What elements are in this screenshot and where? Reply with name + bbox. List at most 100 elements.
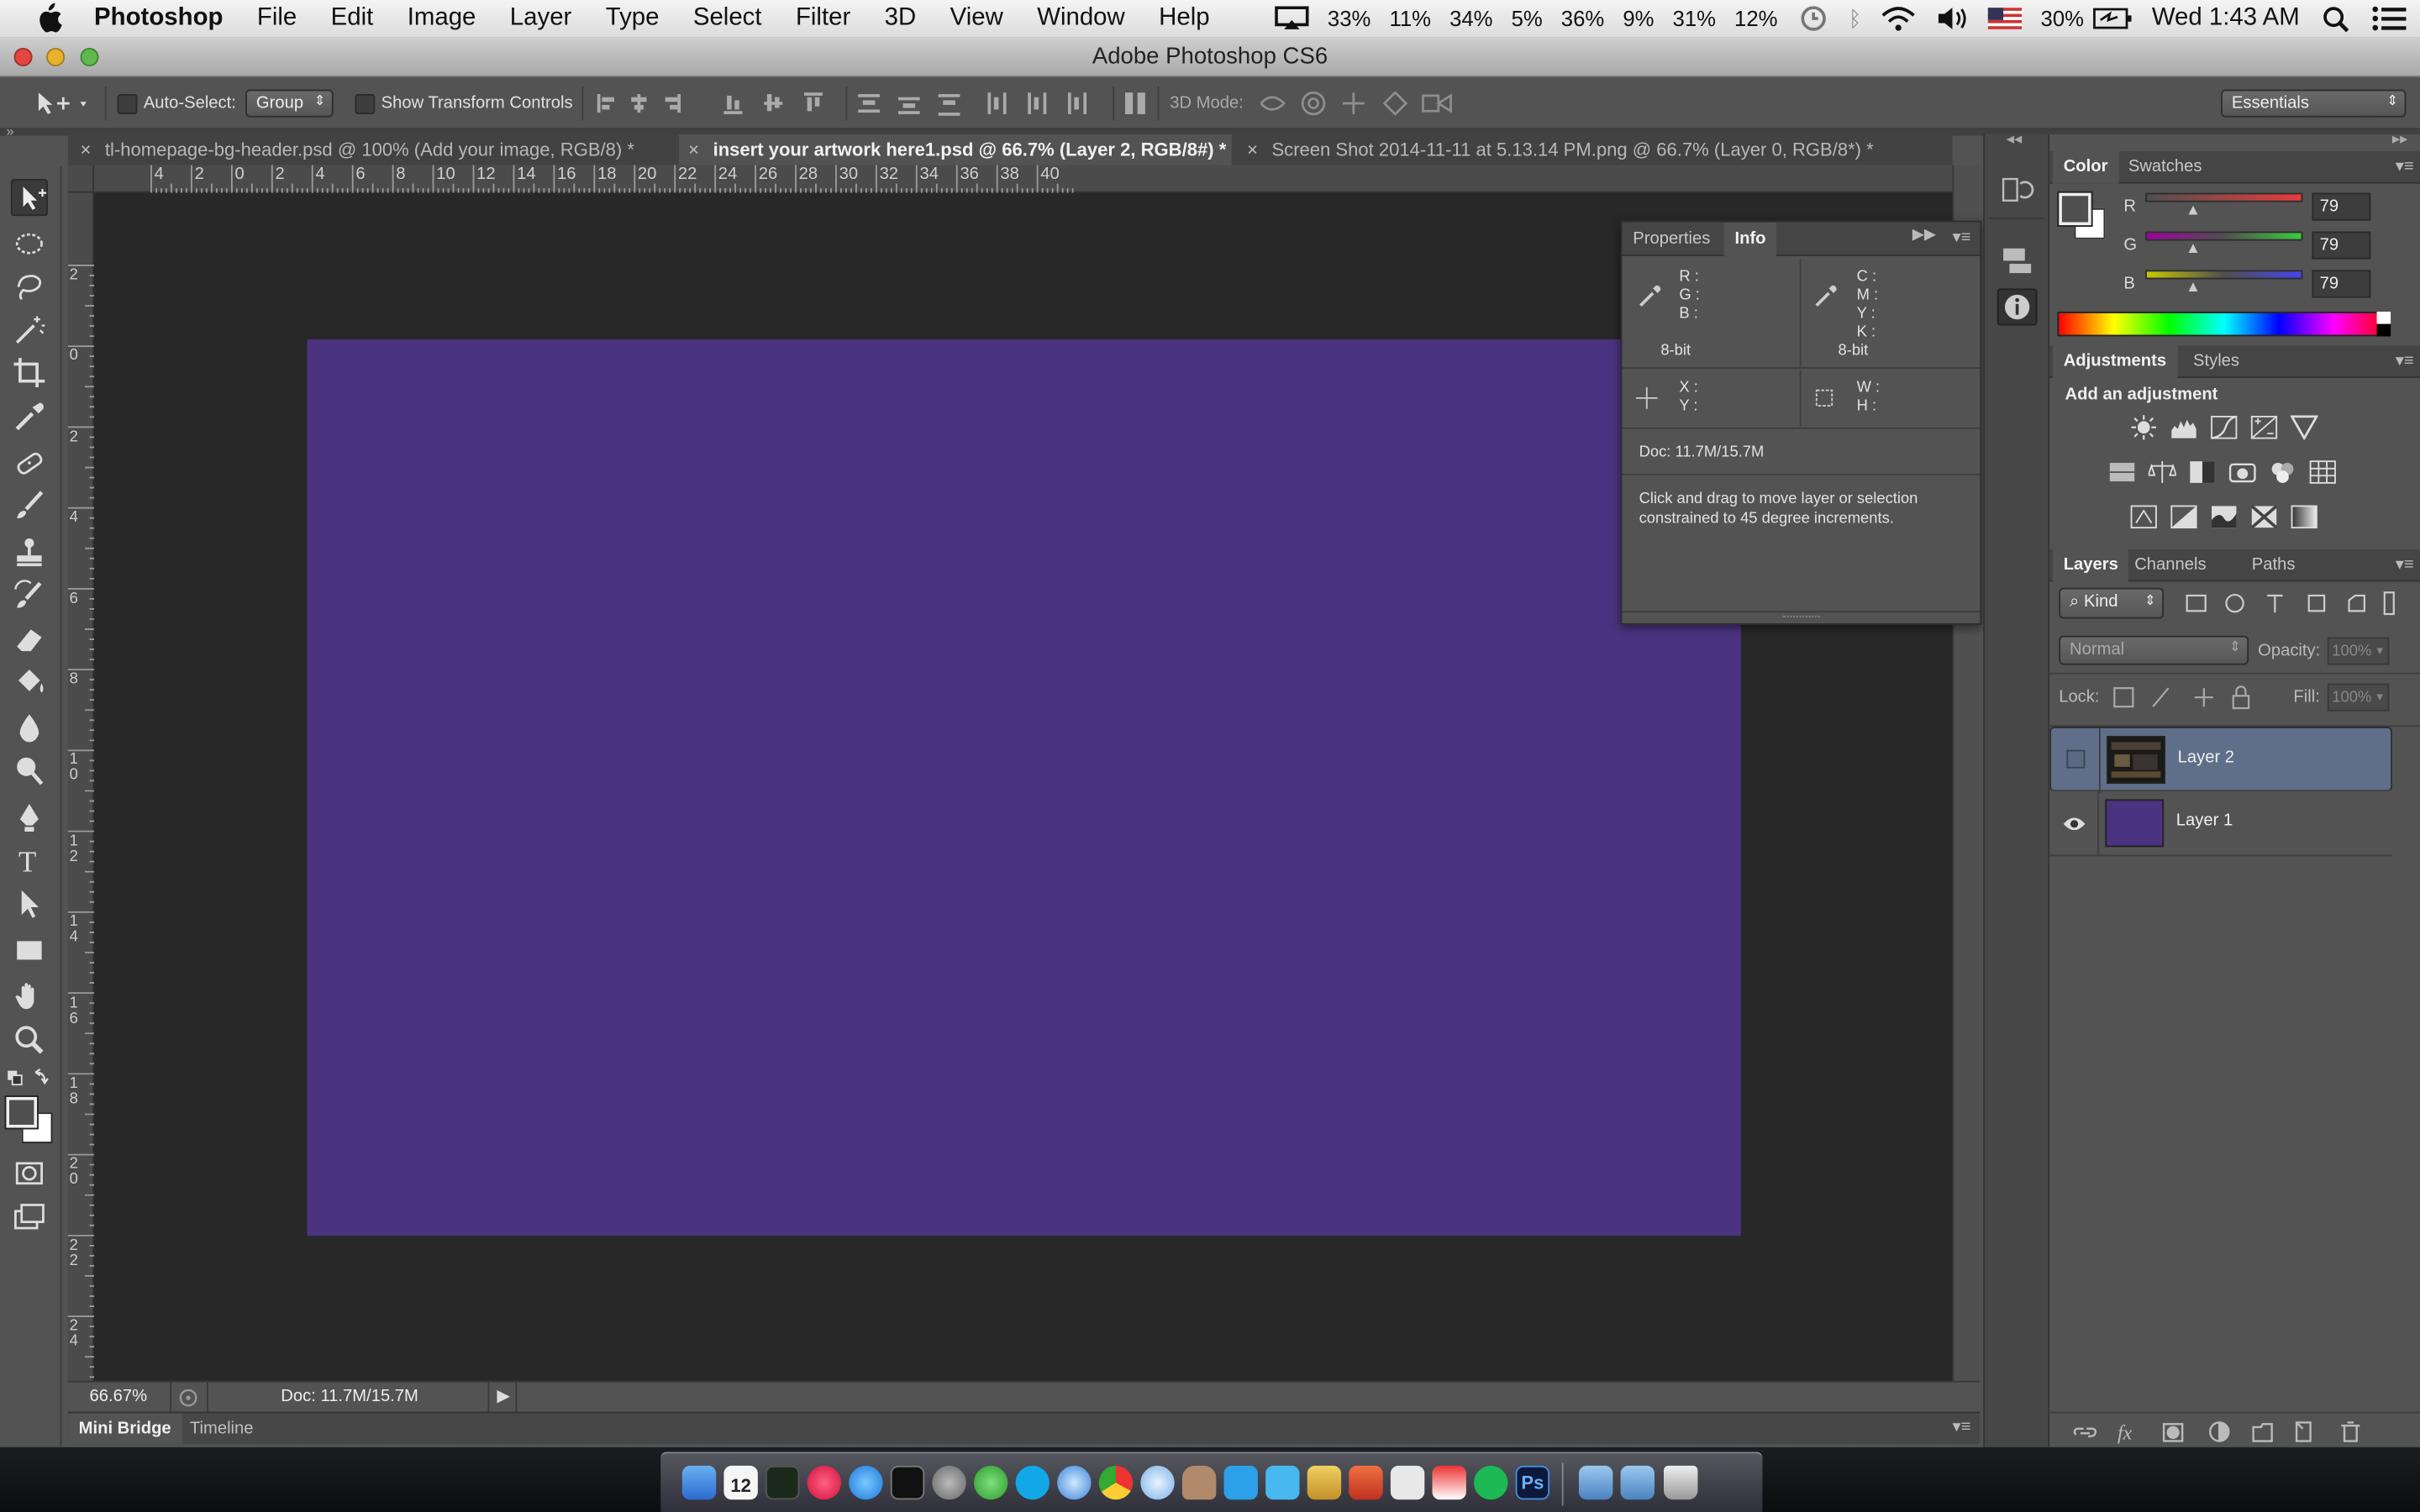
- b-value-field[interactable]: 79: [2312, 270, 2371, 298]
- tab-document-1[interactable]: × tl-homepage-bg-header.psd @ 100% (Add y…: [71, 134, 676, 165]
- selective-color-icon[interactable]: [2250, 505, 2278, 529]
- status-share-icon[interactable]: [177, 1387, 199, 1409]
- popcorn-icon[interactable]: [1432, 1465, 1466, 1500]
- volume-icon[interactable]: [1936, 5, 1970, 33]
- calendar-icon[interactable]: 12: [723, 1465, 758, 1500]
- show-transform-controls-checkbox[interactable]: [355, 94, 376, 114]
- path-selection-tool-icon[interactable]: [11, 885, 48, 922]
- horizontal-ruler[interactable]: 4 2 0 2 4 6 8 10 12 14 16 18 20 22 24 26 28 30 32 34 36 38 40: [94, 165, 1953, 193]
- layer-name[interactable]: Layer 2: [2178, 748, 2234, 767]
- color-spectrum-bar[interactable]: [2057, 312, 2391, 337]
- menu-app-name[interactable]: Photoshop: [77, 0, 240, 37]
- threshold-icon[interactable]: [2210, 505, 2238, 529]
- menu-image[interactable]: Image: [391, 0, 493, 37]
- panel-resize-grip[interactable]: [1622, 611, 1981, 623]
- type-tool-icon[interactable]: T: [11, 843, 48, 879]
- layer-visibility-toggle[interactable]: [2051, 727, 2101, 794]
- g-slider-track[interactable]: [2145, 231, 2303, 241]
- skype-icon[interactable]: [1015, 1465, 1050, 1500]
- history-panel-icon[interactable]: [1997, 171, 2038, 208]
- tab-styles[interactable]: Styles: [2182, 345, 2250, 378]
- brush-tool-icon[interactable]: [11, 487, 48, 524]
- menu-file[interactable]: File: [240, 0, 314, 37]
- layer-name[interactable]: Layer 1: [2176, 811, 2233, 830]
- photoshop-icon[interactable]: Ps: [1515, 1465, 1550, 1500]
- magic-wand-tool-icon[interactable]: [11, 312, 48, 349]
- collapse-panels-icon[interactable]: ▸▸: [2392, 131, 2407, 148]
- collapse-panel-icon[interactable]: ▶▶: [1912, 227, 1936, 244]
- move-tool-icon[interactable]: [10, 179, 48, 217]
- chrome-icon[interactable]: [1098, 1465, 1134, 1500]
- twitter-icon[interactable]: [1223, 1465, 1258, 1500]
- healing-brush-tool-icon[interactable]: [11, 444, 48, 481]
- menu-select[interactable]: Select: [676, 0, 779, 37]
- r-slider-thumb-icon[interactable]: ▲: [2186, 202, 2201, 219]
- workspace-dropdown[interactable]: Essentials ⇕: [2221, 89, 2407, 118]
- app-icon[interactable]: [1307, 1465, 1342, 1500]
- tab-channels[interactable]: Channels: [2123, 549, 2217, 582]
- clone-stamp-tool-icon[interactable]: [11, 534, 48, 571]
- eraser-tool-icon[interactable]: [11, 620, 48, 657]
- exposure-icon[interactable]: [2250, 415, 2278, 439]
- screen-mode-icon[interactable]: [11, 1197, 48, 1234]
- hand-tool-icon[interactable]: [11, 978, 48, 1015]
- g-slider-thumb-icon[interactable]: ▲: [2186, 241, 2201, 258]
- atom-icon[interactable]: [973, 1465, 1008, 1500]
- tab-properties[interactable]: Properties: [1622, 222, 1721, 255]
- tab-timeline[interactable]: Timeline: [179, 1413, 264, 1444]
- 3d-panel-icon[interactable]: [1997, 242, 2038, 279]
- align-buttons-icon[interactable]: [594, 90, 841, 118]
- menu-edit[interactable]: Edit: [313, 0, 390, 37]
- foreground-color-swatch[interactable]: [2057, 191, 2093, 228]
- r-slider-track[interactable]: [2145, 192, 2303, 202]
- expand-dock-icon[interactable]: ◂◂: [2007, 131, 2022, 148]
- status-menu-arrow-icon[interactable]: ▶: [497, 1385, 510, 1405]
- color-balance-icon[interactable]: [2148, 459, 2176, 484]
- tab-mini-bridge[interactable]: Mini Bridge: [67, 1413, 182, 1445]
- spotlight-search-icon[interactable]: [2321, 5, 2352, 33]
- trash-icon[interactable]: [1664, 1465, 1698, 1500]
- curves-icon[interactable]: [2210, 415, 2238, 439]
- auto-align-layers-icon[interactable]: [1122, 90, 1150, 118]
- app-store-icon[interactable]: [849, 1465, 883, 1500]
- itunes-icon[interactable]: [807, 1465, 842, 1500]
- move-tool-preset-icon[interactable]: [34, 90, 95, 118]
- dodge-tool-icon[interactable]: [11, 753, 48, 790]
- notification-center-icon[interactable]: [2370, 5, 2407, 33]
- spectrum-white-chip[interactable]: [2376, 312, 2391, 324]
- layer-filter-buttons-icon[interactable]: [2182, 591, 2398, 616]
- posterize-icon[interactable]: [2170, 505, 2197, 529]
- menu-layer[interactable]: Layer: [493, 0, 589, 37]
- close-tab-icon[interactable]: ×: [1247, 134, 1258, 165]
- tweetbot-icon[interactable]: [1265, 1465, 1300, 1500]
- invert-icon[interactable]: [2130, 505, 2158, 529]
- menu-3d[interactable]: 3D: [867, 0, 933, 37]
- downloads-folder-icon[interactable]: [1620, 1465, 1655, 1500]
- r-value-field[interactable]: 79: [2312, 192, 2371, 221]
- tab-adjustments[interactable]: Adjustments: [2052, 345, 2177, 379]
- quick-mask-icon[interactable]: [11, 1154, 48, 1191]
- hue-saturation-icon[interactable]: [2108, 459, 2136, 484]
- eyedropper-tool-icon[interactable]: [11, 398, 48, 435]
- gradient-map-icon[interactable]: [2291, 505, 2318, 529]
- app-icon[interactable]: [1349, 1465, 1383, 1500]
- expand-arrows-icon[interactable]: »: [6, 123, 13, 139]
- vibrance-icon[interactable]: [2290, 415, 2318, 440]
- vertical-ruler[interactable]: 2 0 2 4 6 8 1 0 1 2 1 4 1 6 1 8 2 0 2 2 2 4: [67, 192, 95, 1381]
- marquee-tool-icon[interactable]: [11, 225, 48, 262]
- app-icon[interactable]: [1181, 1465, 1217, 1500]
- close-tab-icon[interactable]: ×: [81, 134, 92, 165]
- b-slider-thumb-icon[interactable]: ▲: [2186, 279, 2201, 296]
- menu-help[interactable]: Help: [1142, 0, 1227, 37]
- foreground-background-swatches[interactable]: [4, 1095, 55, 1149]
- activity-monitor-icon[interactable]: [765, 1465, 800, 1500]
- tab-document-3[interactable]: × Screen Shot 2014-11-11 at 5.13.14 PM.pn…: [1238, 134, 1917, 165]
- tab-paths[interactable]: Paths: [2241, 549, 2306, 582]
- clock[interactable]: Wed 1:43 AM: [2143, 5, 2309, 33]
- color-lookup-icon[interactable]: [2309, 459, 2337, 484]
- distribute-buttons-icon[interactable]: [855, 90, 1110, 118]
- blend-mode-dropdown[interactable]: Normal ⇕: [2059, 635, 2249, 665]
- finder-icon[interactable]: [681, 1465, 717, 1500]
- wifi-icon[interactable]: [1881, 5, 1918, 33]
- zoom-level[interactable]: 66.67%: [90, 1387, 148, 1405]
